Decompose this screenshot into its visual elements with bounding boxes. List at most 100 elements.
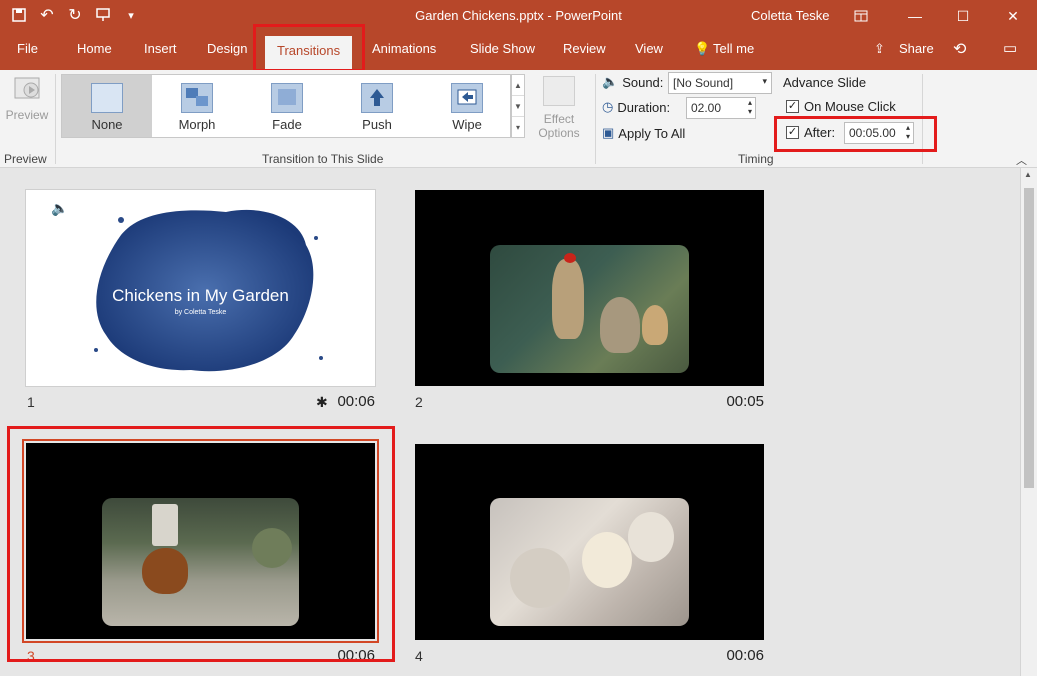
tab-view[interactable]: View bbox=[635, 41, 663, 56]
preview-icon bbox=[11, 74, 43, 108]
tab-file[interactable]: File bbox=[17, 41, 38, 56]
transition-label: None bbox=[91, 117, 122, 132]
transition-none[interactable]: None bbox=[62, 75, 152, 137]
transition-push[interactable]: Push bbox=[332, 75, 422, 137]
transition-fade[interactable]: Fade bbox=[242, 75, 332, 137]
slide-title: Chickens in My Garden bbox=[26, 286, 375, 306]
chick-shape bbox=[510, 548, 570, 608]
gallery-scrollbar: ▲ ▼ ▾ bbox=[511, 74, 525, 138]
vertical-scrollbar[interactable]: ▲ bbox=[1020, 168, 1037, 676]
sound-dropdown[interactable]: [No Sound] ▾ bbox=[668, 72, 772, 94]
maximize-icon[interactable]: ☐ bbox=[940, 0, 986, 32]
tab-transitions[interactable]: Transitions bbox=[265, 36, 352, 70]
gallery-scroll-down-icon[interactable]: ▼ bbox=[512, 96, 524, 117]
transition-label: Fade bbox=[272, 117, 302, 132]
hen-shape bbox=[600, 297, 640, 353]
fade-transition-icon bbox=[271, 83, 303, 113]
transition-morph[interactable]: Morph bbox=[152, 75, 242, 137]
advance-slide-title: Advance Slide bbox=[783, 75, 866, 90]
rooster-shape bbox=[552, 259, 584, 339]
preview-button[interactable]: Preview bbox=[2, 74, 52, 122]
share-button[interactable]: Share bbox=[899, 41, 934, 56]
sound-label: Sound: bbox=[622, 75, 663, 90]
close-icon[interactable]: ✕ bbox=[990, 0, 1036, 32]
morph-transition-icon bbox=[181, 83, 213, 113]
slide-timing: 00:06 bbox=[255, 393, 375, 410]
sound-icon: 🔈 bbox=[602, 74, 618, 90]
on-mouse-click-checkbox[interactable]: ✓ On Mouse Click bbox=[786, 99, 896, 114]
transition-wipe[interactable]: Wipe bbox=[422, 75, 512, 137]
none-transition-icon bbox=[91, 83, 123, 113]
group-divider bbox=[55, 74, 56, 164]
tab-tell-me[interactable]: Tell me bbox=[713, 41, 754, 56]
slide-thumbnail-4[interactable] bbox=[415, 444, 764, 640]
ribbon-display-options-icon[interactable] bbox=[838, 0, 884, 32]
transition-label: Wipe bbox=[452, 117, 482, 132]
slide-timing: 00:05 bbox=[644, 393, 764, 410]
apply-to-all-icon: ▣ bbox=[602, 125, 614, 141]
gallery-more-icon[interactable]: ▾ bbox=[512, 117, 524, 137]
tell-me-icon[interactable]: 💡 bbox=[694, 41, 710, 57]
transition-label: Morph bbox=[179, 117, 216, 132]
history-icon[interactable]: ⟲ bbox=[953, 39, 966, 59]
scroll-up-icon[interactable]: ▲ bbox=[1024, 170, 1032, 179]
slide-subtitle: by Coletta Teske bbox=[26, 309, 375, 316]
tab-insert[interactable]: Insert bbox=[144, 41, 177, 56]
checkbox-checked-icon: ✓ bbox=[786, 100, 799, 113]
chick-shape bbox=[628, 512, 674, 562]
duration-row: ◷ Duration: bbox=[602, 99, 670, 115]
scroll-thumb[interactable] bbox=[1024, 188, 1034, 488]
hen-garden-photo bbox=[102, 498, 299, 626]
gallery-scroll-up-icon[interactable]: ▲ bbox=[512, 75, 524, 96]
comments-icon[interactable]: ▭ bbox=[1003, 39, 1017, 57]
wipe-transition-icon bbox=[451, 83, 483, 113]
slide-number: 4 bbox=[415, 648, 423, 664]
tab-review[interactable]: Review bbox=[563, 41, 606, 56]
user-name[interactable]: Coletta Teske bbox=[751, 8, 830, 23]
title-bar: ↶ ↻ ▾ Garden Chickens.pptx - PowerPoint … bbox=[0, 0, 1037, 32]
share-icon[interactable]: ⇪ bbox=[874, 41, 885, 57]
duration-stepper[interactable]: 02.00 ▴▾ bbox=[686, 97, 756, 119]
chick-shape bbox=[582, 532, 632, 588]
after-checkbox[interactable]: ✓ After: bbox=[786, 125, 835, 140]
push-transition-icon bbox=[361, 83, 393, 113]
apply-to-all-button[interactable]: ▣ Apply To All bbox=[602, 125, 685, 141]
sound-value: [No Sound] bbox=[673, 76, 733, 90]
transition-gallery: None Morph Fade Push Wipe bbox=[61, 74, 511, 138]
tab-design[interactable]: Design bbox=[207, 41, 247, 56]
minimize-icon[interactable]: — bbox=[892, 0, 938, 32]
slide-number: 2 bbox=[415, 394, 423, 410]
slide-number: 3 bbox=[27, 648, 35, 664]
audio-icon: 🔈 bbox=[51, 200, 68, 217]
transition-group-label: Transition to This Slide bbox=[262, 152, 383, 166]
hen-shape bbox=[642, 305, 668, 345]
on-mouse-click-label: On Mouse Click bbox=[804, 99, 896, 114]
tab-animations[interactable]: Animations bbox=[372, 41, 436, 56]
tab-home[interactable]: Home bbox=[77, 41, 112, 56]
duration-value: 02.00 bbox=[691, 101, 721, 115]
stepper-arrows-icon: ▴▾ bbox=[906, 123, 910, 141]
preview-group-label: Preview bbox=[4, 152, 47, 166]
checkbox-checked-icon: ✓ bbox=[786, 126, 799, 139]
preview-label: Preview bbox=[6, 108, 49, 122]
after-time-stepper[interactable]: 00:05.00 ▴▾ bbox=[844, 122, 914, 144]
rooster-comb bbox=[564, 253, 576, 263]
apply-to-all-label: Apply To All bbox=[618, 126, 685, 141]
slide-thumbnail-2[interactable] bbox=[415, 190, 764, 386]
hen-shape bbox=[142, 548, 188, 594]
effect-options-button[interactable]: Effect Options bbox=[530, 76, 588, 140]
effect-options-icon bbox=[543, 76, 575, 106]
group-divider bbox=[922, 74, 923, 164]
clock-icon: ◷ bbox=[602, 99, 613, 115]
after-time-value: 00:05.00 bbox=[849, 126, 896, 140]
slide-timing: 00:06 bbox=[255, 647, 375, 664]
slide-number: 1 bbox=[27, 394, 35, 410]
chevron-down-icon: ▾ bbox=[762, 76, 767, 87]
tab-slide-show[interactable]: Slide Show bbox=[470, 41, 535, 56]
slide-thumbnail-3[interactable] bbox=[26, 443, 375, 639]
slide-thumbnail-1[interactable]: 🔈 Chickens in My Garden by Coletta Teske bbox=[25, 189, 376, 387]
ribbon: Preview Preview None Morph Fade Push bbox=[0, 70, 1037, 168]
transition-label: Push bbox=[362, 117, 392, 132]
collapse-ribbon-icon[interactable]: ︿ bbox=[1016, 152, 1027, 168]
effect-options-label-2: Options bbox=[538, 126, 579, 140]
